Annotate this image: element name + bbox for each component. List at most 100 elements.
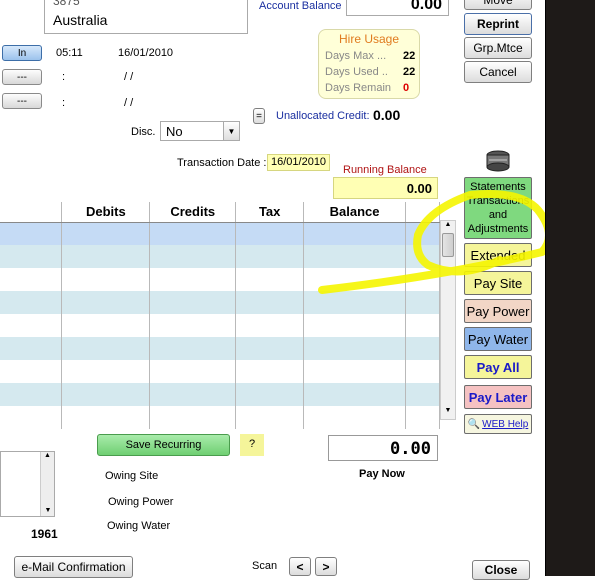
table-cell[interactable] bbox=[61, 337, 151, 360]
hire-days-used-label: Days Used .. bbox=[325, 66, 388, 78]
transaction-date-field[interactable]: 16/01/2010 bbox=[267, 154, 330, 171]
pay-now-label: Pay Now bbox=[359, 468, 405, 480]
column-credits[interactable]: Credits bbox=[149, 202, 237, 223]
table-cell[interactable] bbox=[149, 360, 237, 383]
address-panel: 3875 Australia bbox=[44, 0, 248, 34]
table-cell[interactable] bbox=[235, 337, 305, 360]
table-cell[interactable] bbox=[303, 406, 407, 429]
column-tax[interactable]: Tax bbox=[235, 202, 305, 223]
notes-scrollbar[interactable]: ▲ ▼ bbox=[40, 452, 54, 516]
table-cell[interactable] bbox=[0, 222, 63, 245]
save-recurring-button[interactable]: Save Recurring bbox=[97, 434, 230, 456]
in-button[interactable]: In bbox=[2, 45, 42, 61]
scan-next-button[interactable]: > bbox=[315, 557, 337, 576]
table-cell[interactable] bbox=[149, 291, 237, 314]
table-row[interactable] bbox=[0, 360, 440, 383]
table-cell[interactable] bbox=[405, 314, 440, 337]
table-cell[interactable] bbox=[0, 406, 63, 429]
hire-days-remain-value: 0 bbox=[403, 82, 410, 94]
date-3: / / bbox=[124, 97, 134, 109]
reprint-button[interactable]: Reprint bbox=[464, 13, 532, 35]
table-cell[interactable] bbox=[61, 360, 151, 383]
table-cell[interactable] bbox=[405, 406, 440, 429]
postcode: 3875 bbox=[53, 0, 80, 8]
grp-mtce-button[interactable]: Grp.Mtce bbox=[464, 37, 532, 59]
table-cell[interactable] bbox=[0, 268, 63, 291]
table-row[interactable] bbox=[0, 383, 440, 406]
column-debits[interactable]: Debits bbox=[61, 202, 151, 223]
table-header-first bbox=[0, 202, 63, 223]
table-cell[interactable] bbox=[303, 314, 407, 337]
scroll-down-icon[interactable]: ▼ bbox=[441, 407, 455, 419]
date-2: / / bbox=[124, 71, 134, 83]
equals-button[interactable]: = bbox=[253, 108, 265, 124]
table-cell[interactable] bbox=[405, 337, 440, 360]
table-cell[interactable] bbox=[235, 245, 305, 268]
move-button[interactable]: Move bbox=[464, 0, 532, 10]
table-cell[interactable] bbox=[0, 314, 63, 337]
notes-scroll-up-icon[interactable]: ▲ bbox=[41, 452, 54, 459]
table-row[interactable] bbox=[0, 406, 440, 429]
time-3: : bbox=[62, 97, 66, 109]
table-cell[interactable] bbox=[303, 337, 407, 360]
annotation-scribble bbox=[318, 190, 553, 294]
owing-site-label: Owing Site bbox=[105, 470, 159, 482]
table-cell[interactable] bbox=[303, 383, 407, 406]
email-confirmation-button[interactable]: e-Mail Confirmation bbox=[14, 556, 133, 578]
table-cell[interactable] bbox=[149, 268, 237, 291]
hire-usage-panel: Hire Usage Days Max ... 22 Days Used .. … bbox=[318, 29, 420, 99]
table-cell[interactable] bbox=[149, 245, 237, 268]
table-cell[interactable] bbox=[235, 268, 305, 291]
table-cell[interactable] bbox=[149, 406, 237, 429]
table-cell[interactable] bbox=[235, 222, 305, 245]
table-cell[interactable] bbox=[303, 360, 407, 383]
transaction-date-label: Transaction Date : bbox=[177, 157, 267, 169]
table-cell[interactable] bbox=[61, 383, 151, 406]
table-cell[interactable] bbox=[149, 337, 237, 360]
question-field[interactable]: ? bbox=[240, 434, 264, 456]
account-balance-value: 0.00 bbox=[346, 0, 449, 16]
table-row[interactable] bbox=[0, 337, 440, 360]
table-cell[interactable] bbox=[235, 291, 305, 314]
table-cell[interactable] bbox=[405, 383, 440, 406]
table-cell[interactable] bbox=[0, 383, 63, 406]
notes-scroll-down-icon[interactable]: ▼ bbox=[41, 507, 55, 514]
table-cell[interactable] bbox=[235, 383, 305, 406]
close-button[interactable]: Close bbox=[472, 560, 530, 580]
table-cell[interactable] bbox=[0, 291, 63, 314]
table-cell[interactable] bbox=[235, 406, 305, 429]
table-cell[interactable] bbox=[0, 245, 63, 268]
table-cell[interactable] bbox=[149, 383, 237, 406]
table-cell[interactable] bbox=[149, 222, 237, 245]
table-cell[interactable] bbox=[149, 314, 237, 337]
chevron-down-icon[interactable]: ▼ bbox=[223, 122, 239, 140]
table-cell[interactable] bbox=[405, 360, 440, 383]
owing-water-label: Owing Water bbox=[107, 520, 171, 532]
cancel-button[interactable]: Cancel bbox=[464, 61, 532, 83]
disc-value: No bbox=[166, 124, 183, 139]
table-cell[interactable] bbox=[61, 406, 151, 429]
table-cell[interactable] bbox=[235, 360, 305, 383]
web-help-button[interactable]: 🔍 WEB Help bbox=[464, 414, 532, 434]
table-cell[interactable] bbox=[61, 222, 151, 245]
table-cell[interactable] bbox=[235, 314, 305, 337]
disc-select[interactable]: No ▼ bbox=[160, 121, 240, 141]
table-cell[interactable] bbox=[61, 245, 151, 268]
table-cell[interactable] bbox=[61, 268, 151, 291]
database-icon bbox=[485, 150, 511, 177]
table-cell[interactable] bbox=[0, 337, 63, 360]
pay-power-button[interactable]: Pay Power bbox=[464, 299, 532, 323]
scan-prev-button[interactable]: < bbox=[289, 557, 311, 576]
table-cell[interactable] bbox=[61, 314, 151, 337]
pay-later-button[interactable]: Pay Later bbox=[464, 385, 532, 409]
table-cell[interactable] bbox=[0, 360, 63, 383]
time-button-2[interactable]: --- bbox=[2, 69, 42, 85]
table-row[interactable] bbox=[0, 314, 440, 337]
time-button-3[interactable]: --- bbox=[2, 93, 42, 109]
pay-now-amount[interactable]: 0.00 bbox=[328, 435, 438, 461]
window-edge bbox=[545, 0, 595, 576]
table-cell[interactable] bbox=[61, 291, 151, 314]
notes-textarea[interactable]: ▲ ▼ bbox=[0, 451, 55, 517]
pay-water-button[interactable]: Pay Water bbox=[464, 327, 532, 351]
pay-all-button[interactable]: Pay All bbox=[464, 355, 532, 379]
